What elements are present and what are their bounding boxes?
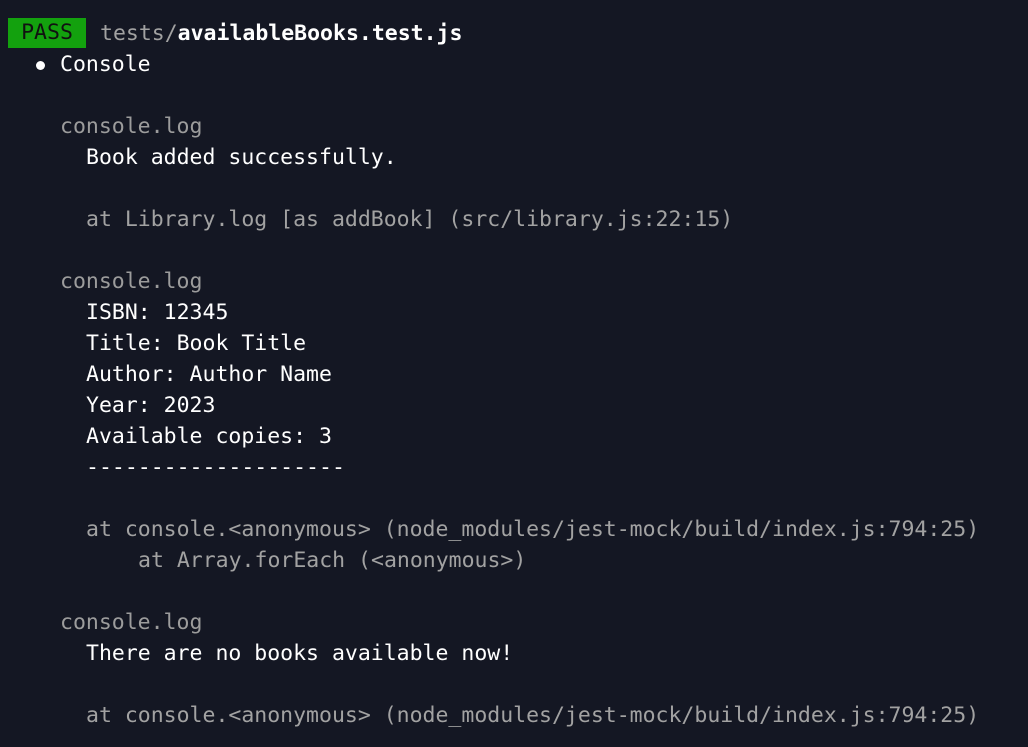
stack-trace-line: at console.<anonymous> (node_modules/jes… [86,517,980,542]
test-file-path: tests/availableBooks.test.js [100,18,462,49]
log-label: console.log [60,269,203,294]
bullet-icon [36,61,45,70]
test-directory: tests/ [100,21,178,46]
log-message-line: Year: 2023 [86,393,216,418]
test-filename: availableBooks.test.js [177,21,463,46]
pass-status-badge: PASS [8,18,86,48]
console-section-title: Console [60,52,151,77]
log-message-line: Title: Book Title [86,331,307,356]
log-message-line: Available copies: 3 [86,424,332,449]
log-message-line: There are no books available now! [86,641,514,666]
log-entry: console.log Book added successfully. at … [0,111,1028,235]
test-result-header: PASS tests/availableBooks.test.js [0,18,1028,49]
log-label: console.log [60,610,203,635]
log-message-line: ISBN: 12345 [86,300,229,325]
stack-trace-line: at console.<anonymous> (node_modules/jes… [86,703,980,728]
log-separator-line: -------------------- [86,455,345,480]
terminal-output: PASS tests/availableBooks.test.js Consol… [0,0,1028,747]
log-entry: console.log ISBN: 12345 Title: Book Titl… [0,266,1028,576]
log-message-line: Book added successfully. [86,145,397,170]
log-message-line: Author: Author Name [86,362,332,387]
console-section-heading: Console [0,49,1028,80]
log-label: console.log [60,114,203,139]
log-entry: console.log There are no books available… [0,607,1028,731]
stack-trace-line: at Array.forEach (<anonymous>) [138,548,527,573]
stack-trace-line: at Library.log [as addBook] (src/library… [86,207,734,232]
